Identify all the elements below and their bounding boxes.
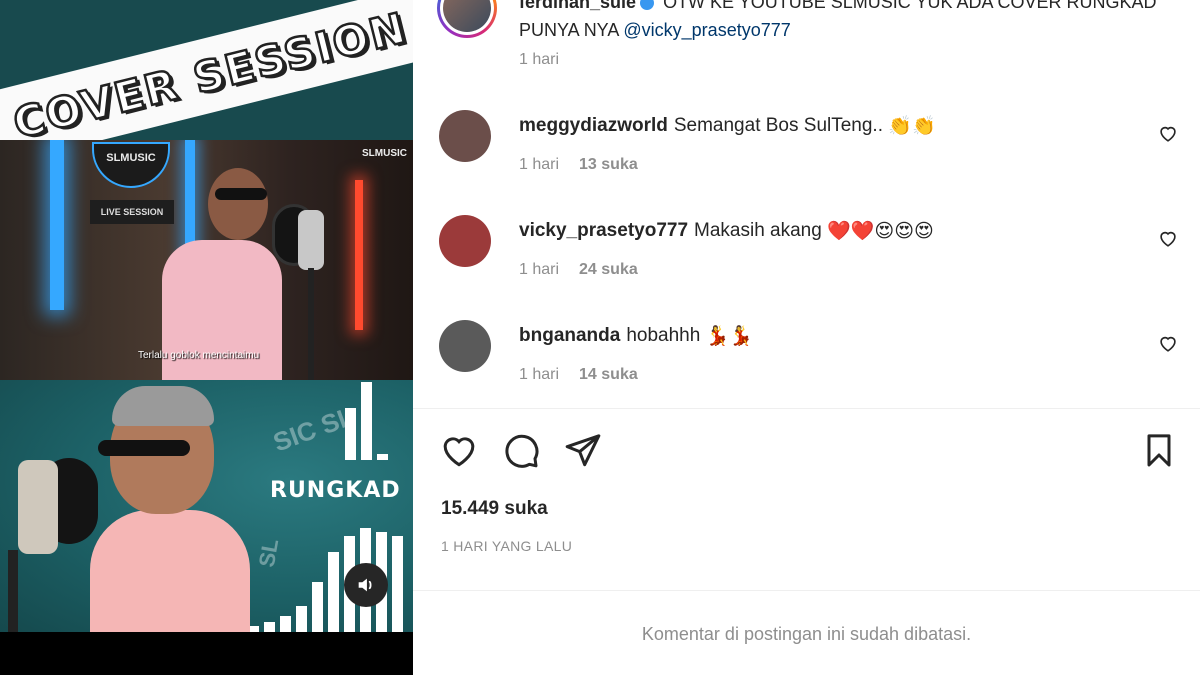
speaker-icon[interactable] (344, 563, 388, 607)
post-caption: ferdinan_sule OTW KE YOUTUBE SLMUSIC YUK… (519, 0, 1179, 44)
comment-text: hobahhh (626, 325, 701, 347)
rungkad-thumbnail: SIC SL SL RUNGKAD (0, 380, 413, 632)
comment-emoji: ❤️❤️😍😍😍 (827, 221, 934, 242)
verified-badge-icon (640, 0, 655, 11)
caption-mention-link[interactable]: @vicky_prasetyo777 (623, 20, 790, 40)
post-media[interactable]: COVER SESSION SLMUSIC LIVE SESSION SLMUS… (0, 0, 413, 675)
singer-hair (112, 386, 214, 426)
comment-username[interactable]: bngananda (519, 325, 620, 346)
eq-bar (296, 606, 307, 632)
eq-bar (361, 382, 372, 460)
comment-text: Makasih akang (694, 220, 822, 242)
comment-item: vicky_prasetyo777 Makasih akang ❤️❤️😍😍😍 1… (439, 215, 1179, 295)
comment-emoji: 👏👏 (888, 116, 936, 137)
singer-sunglasses (98, 440, 190, 456)
eq-bar (392, 536, 403, 632)
share-paper-plane-icon[interactable] (563, 430, 603, 470)
eq-bar (345, 408, 356, 460)
comment-text: Semangat Bos SulTeng.. (673, 115, 883, 137)
comment-line: meggydiazworld Semangat Bos SulTeng.. 👏👏 (519, 114, 936, 138)
divider (413, 408, 1200, 409)
neon-light-blue (50, 140, 64, 310)
post-time-ago[interactable]: 1 HARI YANG LALU (441, 538, 572, 554)
media-bottom-bar (0, 632, 413, 675)
comment-avatar[interactable] (439, 215, 491, 267)
comment-like-heart-icon[interactable] (1157, 227, 1179, 249)
comment-bubble-icon[interactable] (501, 430, 541, 470)
comment-meta: 1 hari 13 suka (519, 156, 638, 174)
eq-bar (328, 552, 339, 632)
mic-stand (308, 268, 314, 380)
author-avatar[interactable] (437, 0, 497, 38)
corner-watermark: SLMUSIC (362, 148, 407, 159)
comment-time[interactable]: 1 hari (519, 261, 559, 278)
comment-meta: 1 hari 24 suka (519, 261, 638, 279)
singer-head (208, 168, 268, 240)
comment-line: vicky_prasetyo777 Makasih akang ❤️❤️😍😍😍 (519, 219, 934, 243)
comment-item: meggydiazworld Semangat Bos SulTeng.. 👏👏 … (439, 110, 1179, 190)
cover-session-banner: COVER SESSION (0, 0, 413, 140)
comment-like-heart-icon[interactable] (1157, 122, 1179, 144)
cover-session-banner-area: COVER SESSION (0, 0, 413, 140)
comment-likes[interactable]: 14 suka (579, 366, 638, 383)
lyric-caption: Terlalu goblok mencintaimu (138, 350, 260, 361)
studio-microphone (298, 210, 324, 270)
equalizer-bars-top (345, 380, 405, 460)
comment-time[interactable]: 1 hari (519, 366, 559, 383)
comment-avatar[interactable] (439, 320, 491, 372)
live-session-sign: LIVE SESSION (90, 200, 174, 224)
studio-scene: SLMUSIC LIVE SESSION SLMUSIC Terlalu gob… (0, 140, 413, 380)
singer-sunglasses (215, 188, 267, 200)
neon-light-red (355, 180, 363, 330)
speaker-icon-glyph (358, 578, 372, 592)
comment-like-heart-icon[interactable] (1157, 332, 1179, 354)
song-title: RUNGKAD (270, 478, 401, 503)
like-heart-icon[interactable] (439, 430, 479, 470)
comment-line: bngananda hobahhh 💃💃 (519, 324, 753, 348)
comments-limited-notice: Komentar di postingan ini sudah dibatasi… (641, 624, 972, 644)
eq-bar (377, 454, 388, 460)
avatar-inner (440, 0, 494, 35)
bookmark-icon[interactable] (1139, 430, 1179, 470)
comment-avatar[interactable] (439, 110, 491, 162)
eq-bar (264, 622, 275, 632)
comment-meta: 1 hari 14 suka (519, 366, 638, 384)
comment-likes[interactable]: 13 suka (579, 156, 638, 173)
comment-time[interactable]: 1 hari (519, 156, 559, 173)
comment-username[interactable]: meggydiazworld (519, 115, 668, 136)
comment-username[interactable]: vicky_prasetyo777 (519, 220, 688, 241)
likes-count[interactable]: 15.449 suka (441, 498, 548, 520)
studio-microphone (18, 460, 58, 554)
divider (413, 590, 1200, 591)
singer-body (90, 510, 250, 632)
action-bar (439, 430, 1179, 472)
eq-bar (312, 582, 323, 632)
mic-stand (8, 550, 18, 632)
author-username[interactable]: ferdinan_sule (519, 0, 636, 12)
caption-time[interactable]: 1 hari (519, 51, 559, 69)
eq-bar (280, 616, 291, 632)
comment-emoji: 💃💃 (705, 326, 753, 347)
avatar-photo (443, 0, 491, 32)
banner-text: COVER SESSION (7, 1, 413, 140)
post-details-panel: ferdinan_sule OTW KE YOUTUBE SLMUSIC YUK… (413, 0, 1200, 675)
comment-item: bngananda hobahhh 💃💃 1 hari 14 suka (439, 320, 1179, 400)
comment-likes[interactable]: 24 suka (579, 261, 638, 278)
